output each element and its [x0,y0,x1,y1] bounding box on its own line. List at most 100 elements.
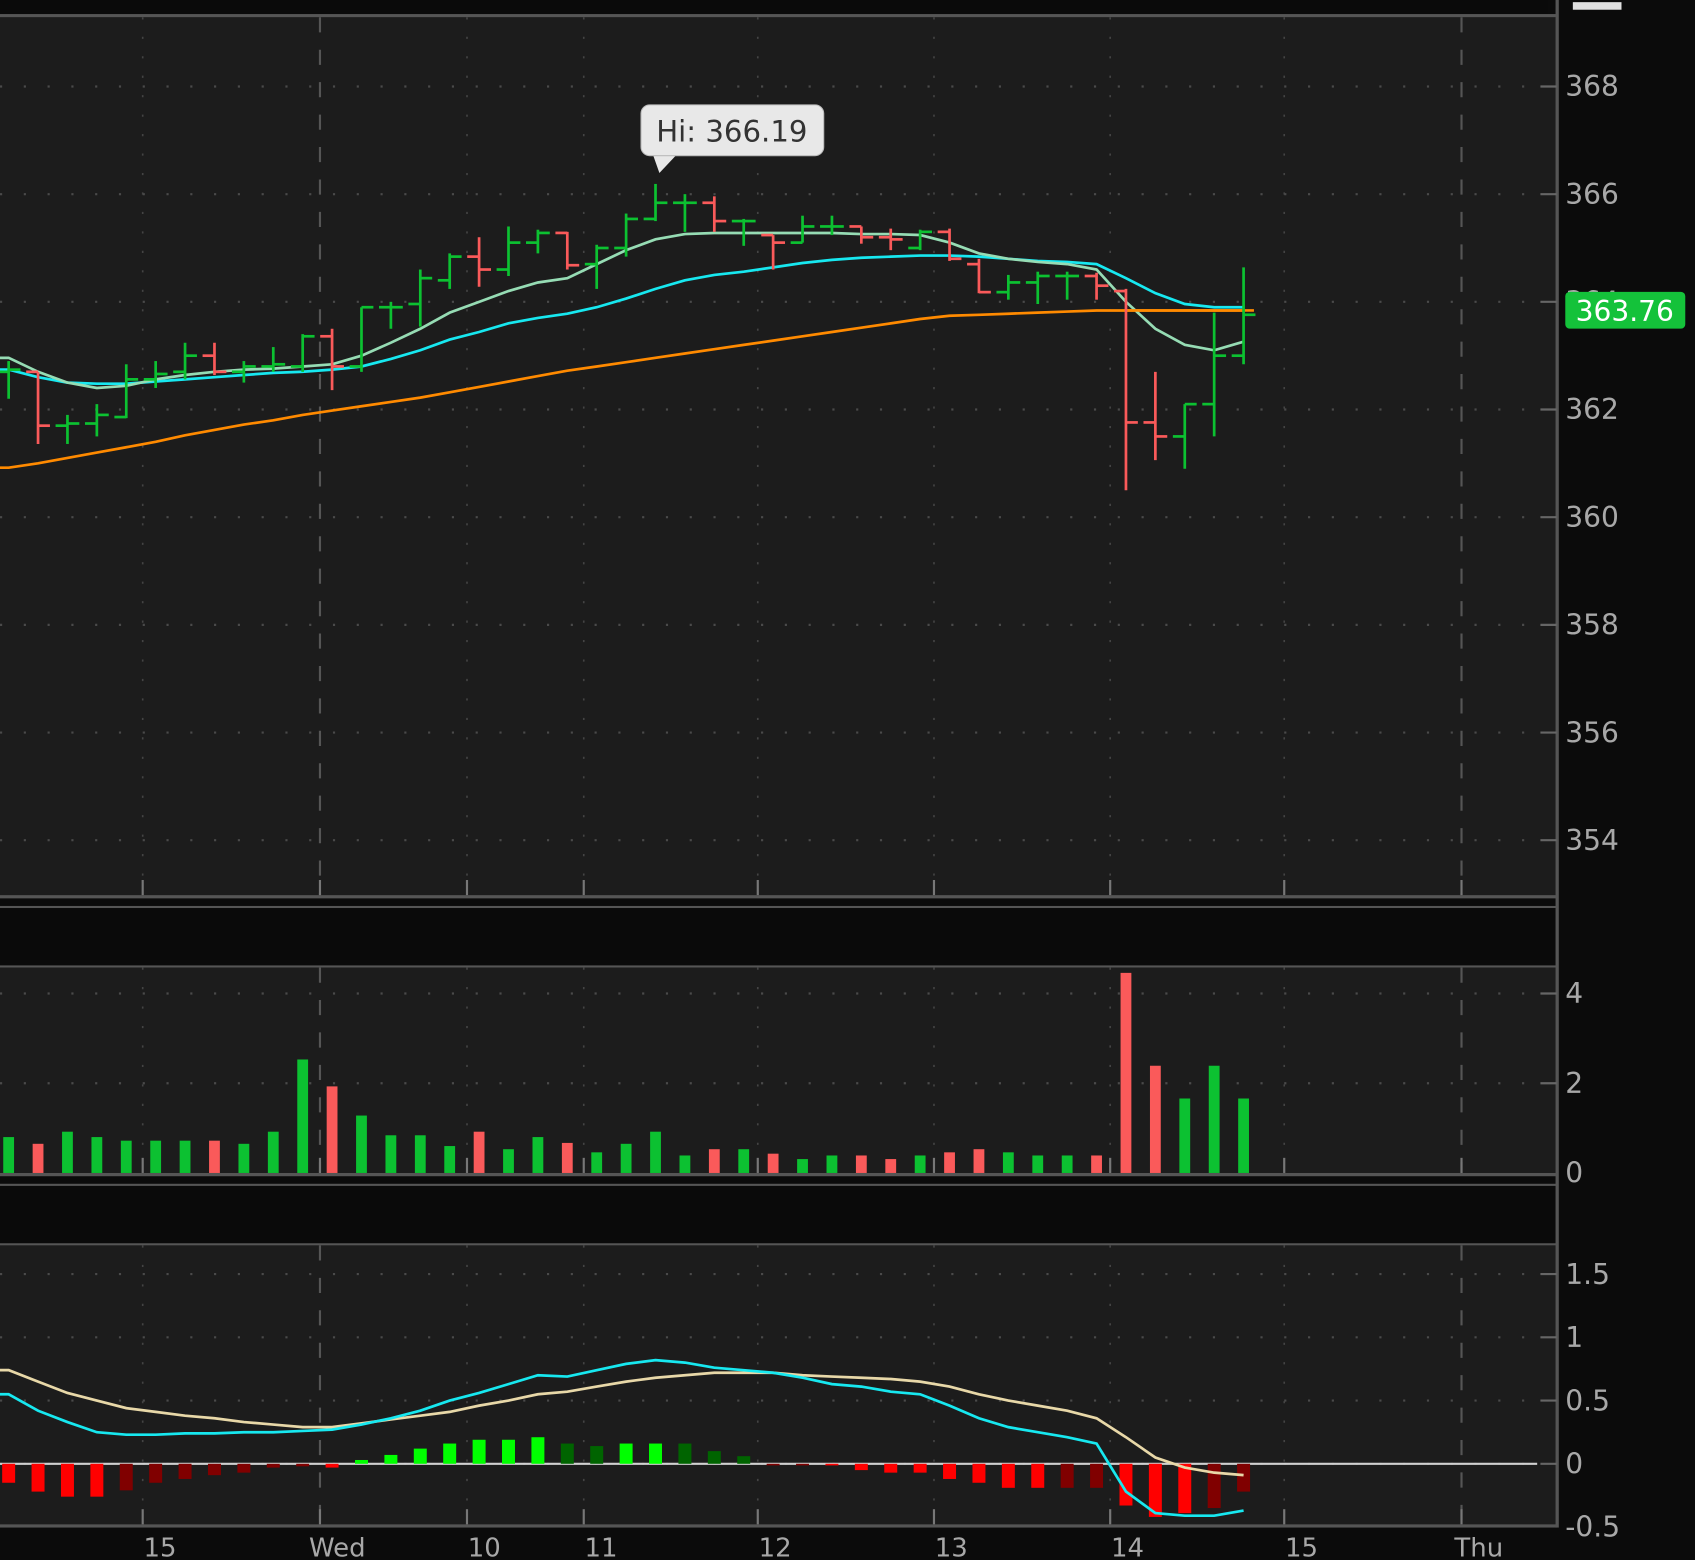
volume-bar [209,1140,220,1173]
macd-histogram-bar [207,1463,221,1476]
panel-border [0,1243,1557,1246]
macd-histogram-bar [149,1463,163,1483]
volume-bar [1120,972,1132,1173]
macd-histogram-bar [384,1454,398,1464]
volume-bar [767,1153,779,1173]
y-axis-label: 360 [1565,501,1619,534]
panel-border [0,1524,1557,1528]
macd-histogram-bar [884,1463,898,1473]
macd-histogram-bar [1001,1463,1015,1488]
volume-bar [1149,1065,1161,1173]
volume-bar [385,1135,397,1173]
volume-bar [1002,1152,1014,1173]
macd-histogram-bar [119,1463,133,1491]
panel-border [0,895,1557,899]
volume-bar [1061,1155,1073,1173]
macd-histogram-bar [266,1463,280,1468]
macd-histogram-bar [178,1463,192,1479]
volume-bar [944,1152,955,1173]
macd-histogram-bar [619,1443,633,1464]
last-price-badge: 363.76 [1565,291,1686,329]
macd-histogram-bar [1178,1463,1192,1514]
volume-bar [620,1143,632,1173]
macd-histogram-bar [678,1443,692,1464]
macd-histogram-bar [707,1451,721,1464]
panel-border [0,965,1557,968]
macd-histogram-bar [1031,1463,1045,1488]
volume-panel[interactable] [0,967,1557,1173]
macd-histogram-bar [502,1439,515,1464]
panel-border [0,14,1557,18]
macd-histogram-bar [590,1446,604,1464]
macd-histogram-bar [325,1463,339,1468]
volume-bar [532,1137,544,1173]
macd-header-band [0,1185,1557,1244]
macd-histogram-bar [943,1463,957,1479]
volume-bar [1091,1155,1102,1173]
y-axis-label: 0.5 [1565,1384,1610,1417]
volume-header-band [0,908,1557,966]
x-axis-label: Thu [1453,1534,1503,1560]
macd-histogram-bar [825,1463,839,1466]
x-axis-label: 15 [143,1534,176,1560]
y-axis-label: 356 [1565,716,1619,749]
volume-bar [267,1131,279,1173]
macd-histogram-bar [1237,1463,1251,1492]
volume-bar [797,1159,808,1173]
macd-histogram-bar [90,1463,104,1497]
x-axis-label: 14 [1111,1534,1144,1560]
volume-bar [32,1143,44,1173]
macd-histogram-bar [649,1443,663,1464]
macd-histogram-bar [354,1459,368,1464]
x-axis-label: 12 [759,1534,792,1560]
volume-bar [62,1131,73,1173]
last-price-value: 363.76 [1576,295,1674,328]
volume-bar [326,1086,338,1173]
volume-bar [297,1059,309,1173]
volume-bar [855,1155,867,1173]
panel-border [0,905,1557,909]
volume-bar [650,1131,661,1173]
macd-histogram-bar [472,1439,486,1464]
trading-chart[interactable]: 15Wed101112131415Thu36836636436236035835… [0,0,1695,1560]
macd-histogram-bar [913,1463,927,1473]
panel-border [0,1172,1557,1177]
volume-bar [503,1149,514,1173]
volume-bar [973,1149,985,1173]
macd-panel[interactable] [0,1245,1557,1525]
volume-bar [708,1149,720,1173]
volume-bar [150,1140,162,1173]
macd-histogram-bar [737,1456,751,1464]
study-header-strip [0,0,1548,15]
volume-bar [120,1140,132,1173]
high-label: Hi: 366.19 [656,115,807,149]
y-axis-label: 0 [1565,1448,1583,1481]
y-axis-label: 2 [1565,1067,1583,1100]
x-axis-label: Wed [309,1534,366,1560]
volume-bar [561,1142,573,1173]
volume-bar [1179,1098,1191,1173]
volume-bar [91,1137,103,1173]
panel-border [0,1183,1557,1186]
x-axis-label: 13 [935,1534,968,1560]
volume-bar [679,1155,691,1173]
volume-bar [238,1143,250,1173]
y-axis-label: 1.5 [1565,1258,1610,1291]
x-axis-label: 10 [468,1534,501,1560]
macd-histogram-bar [237,1463,251,1473]
volume-bar [1208,1065,1220,1173]
volume-bar [3,1137,15,1173]
y-axis-label: 354 [1565,824,1619,857]
scrollbar-thumb[interactable] [1572,2,1622,10]
y-axis-label: 4 [1565,977,1583,1010]
y-axis-label: 1 [1565,1321,1583,1354]
macd-histogram-bar [766,1463,780,1466]
volume-bar [914,1155,926,1173]
x-axis-label: 15 [1285,1534,1318,1560]
macd-histogram-bar [796,1463,810,1466]
volume-bar [738,1149,750,1173]
volume-bar [473,1131,485,1173]
y-axis-label: 0 [1565,1157,1583,1190]
y-axis-label: 366 [1565,178,1619,211]
y-axis-label: 358 [1565,609,1619,642]
